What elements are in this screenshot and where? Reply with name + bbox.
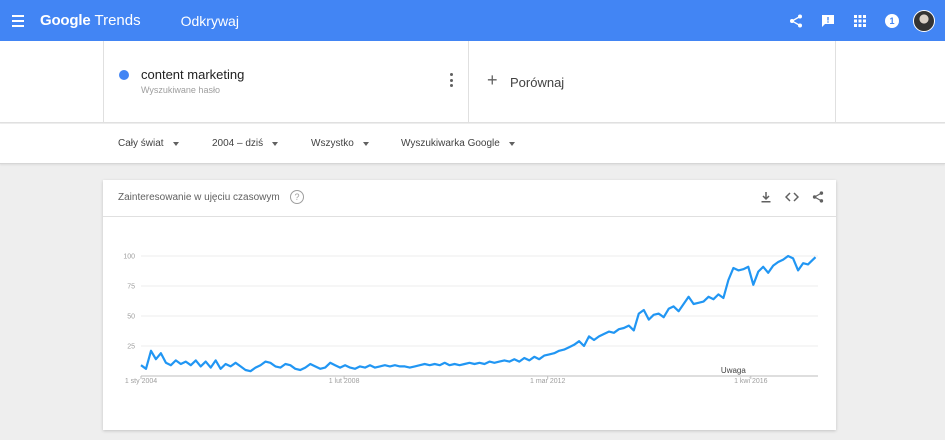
term-name[interactable]: content marketing <box>141 67 244 82</box>
interest-over-time-card: Zainteresowanie w ujęciu czasowym ? 100 7… <box>103 180 836 430</box>
download-icon[interactable] <box>758 189 774 205</box>
google-trends-logo[interactable]: Google Trends <box>40 12 141 29</box>
region-filter-label: Cały świat <box>118 138 164 149</box>
time-filter-label: 2004 – dziś <box>212 138 264 149</box>
term-subtitle: Wyszukiwane hasło <box>141 85 220 95</box>
x-tick-labels: 1 sty 2004 1 lut 2008 1 mar 2012 1 kwi 2016 <box>125 378 768 385</box>
y-tick-label: 25 <box>127 344 135 351</box>
series-line-content-marketing <box>140 254 817 373</box>
explore-link[interactable]: Odkrywaj <box>181 13 239 29</box>
chevron-down-icon <box>272 141 279 146</box>
help-icon[interactable]: ? <box>290 190 304 204</box>
compare-label: Porównaj <box>510 75 565 90</box>
category-filter-label: Wszystko <box>311 138 354 149</box>
chevron-down-icon <box>362 141 369 146</box>
search-type-filter-label: Wyszukiwarka Google <box>401 138 500 149</box>
y-tick-label: 75 <box>127 284 135 291</box>
y-tick-label: 50 <box>127 314 135 321</box>
x-tick-label: 1 kwi 2016 <box>734 378 768 385</box>
search-term-card[interactable]: content marketing Wyszukiwane hasło <box>103 41 469 123</box>
chevron-down-icon <box>172 141 179 146</box>
x-tick-label: 1 mar 2012 <box>530 378 566 385</box>
compare-button[interactable]: + Porównaj <box>469 41 836 123</box>
search-terms-bar: content marketing Wyszukiwane hasło + Po… <box>0 41 945 123</box>
menu-icon[interactable] <box>4 7 32 35</box>
plus-icon: + <box>487 70 498 90</box>
embed-icon[interactable] <box>784 189 800 205</box>
chevron-down-icon <box>508 141 515 146</box>
annotation-label[interactable]: Uwaga <box>721 366 746 375</box>
search-type-filter[interactable]: Wyszukiwarka Google <box>401 138 515 149</box>
card-title: Zainteresowanie w ujęciu czasowym <box>118 192 280 203</box>
share-icon[interactable] <box>810 189 826 205</box>
notification-icon[interactable]: 1 <box>881 10 903 32</box>
brand-google: Google <box>40 12 91 29</box>
x-tick-label: 1 lut 2008 <box>329 378 360 385</box>
time-filter[interactable]: 2004 – dziś <box>212 138 279 149</box>
y-tick-label: 100 <box>123 254 135 261</box>
account-avatar[interactable] <box>913 9 935 32</box>
category-filter[interactable]: Wszystko <box>311 138 369 149</box>
feedback-icon[interactable] <box>817 10 839 32</box>
top-app-bar: Google Trends Odkrywaj 1 <box>0 0 945 41</box>
notification-count: 1 <box>885 13 899 28</box>
x-tick-label: 1 sty 2004 <box>125 378 157 385</box>
grid-layer <box>140 255 818 379</box>
filter-bar: Cały świat 2004 – dziś Wszystko Wyszukiw… <box>0 124 945 164</box>
region-filter[interactable]: Cały świat <box>118 138 179 149</box>
brand-trends: Trends <box>94 12 141 29</box>
trend-chart: 100 75 50 25 1 sty 2004 1 lut 2008 1 mar 2012… <box>123 254 818 385</box>
term-color-dot <box>119 70 129 80</box>
y-tick-labels: 100 75 50 25 <box>123 254 135 351</box>
more-vert-icon[interactable] <box>448 73 454 87</box>
share-icon[interactable] <box>785 10 807 32</box>
apps-icon[interactable] <box>849 10 871 32</box>
avatar <box>913 9 935 32</box>
